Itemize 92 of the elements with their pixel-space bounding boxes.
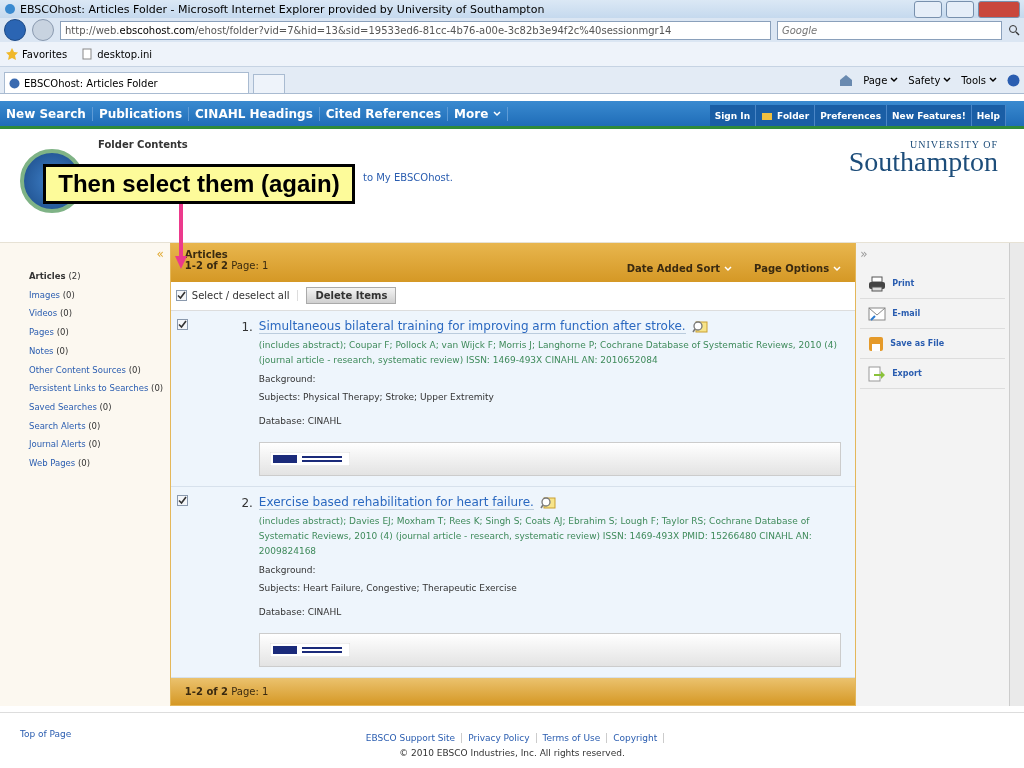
printer-icon	[868, 275, 887, 292]
panel-title: Articles	[184, 249, 229, 260]
search-icon[interactable]	[1008, 24, 1020, 36]
help-icon[interactable]	[1007, 73, 1020, 87]
sidebar-item[interactable]: Search Alerts (0)	[29, 416, 170, 436]
site-icon	[9, 77, 20, 89]
caret-icon	[989, 77, 997, 83]
full-text-link-drawing[interactable]	[269, 451, 350, 466]
sidebar-item[interactable]: Videos (0)	[29, 304, 170, 324]
select-all-label: Select / deselect all	[191, 290, 290, 302]
header-text: to My EBSCOhost.	[363, 172, 453, 183]
nav-link[interactable]: Publications	[92, 106, 190, 121]
maximize-button[interactable]	[946, 0, 974, 18]
tool-link[interactable]: Export	[860, 359, 1005, 389]
sort-menu[interactable]: Date Added Sort	[626, 263, 733, 274]
favorites-button[interactable]: Favorites	[6, 48, 68, 60]
background-label: Background:	[258, 372, 317, 386]
caret-icon	[890, 77, 899, 83]
forward-button[interactable]	[32, 19, 54, 41]
nav-link[interactable]: New Search	[0, 106, 93, 121]
star-icon	[6, 48, 18, 60]
browser-tab[interactable]: EBSCOhost: Articles Folder	[4, 72, 249, 93]
caret-icon	[493, 110, 502, 117]
caret-icon	[724, 265, 733, 272]
select-all-checkbox[interactable]	[175, 290, 187, 302]
result-number: 1.	[240, 318, 254, 336]
sidebar-item[interactable]: Other Content Sources (0)	[29, 360, 170, 380]
search-field[interactable]: Google	[777, 20, 1002, 40]
caret-icon	[833, 265, 842, 272]
browser-logo-icon	[4, 3, 16, 15]
article-title-link[interactable]: Exercise based rehabilitation for heart failure.	[258, 494, 534, 510]
nav-link[interactable]: Sign In	[709, 105, 757, 126]
address-field[interactable]: http://web.ebscohost.com/ehost/folder?vid=7&hid=13&sid=19533ed6-81cc-4b76-a00e-3c82b3e94f2c%40sessionmgr14	[60, 20, 771, 40]
minimize-button[interactable]	[914, 0, 942, 18]
tool-link[interactable]: Save as File	[860, 329, 1005, 359]
tool-link[interactable]: Print	[860, 269, 1005, 299]
background-label: Background:	[258, 563, 317, 577]
full-text-link-drawing[interactable]	[269, 642, 350, 657]
page-icon	[81, 48, 94, 60]
nav-link[interactable]: Folder	[756, 105, 816, 126]
footer-link[interactable]: EBSCO Support Site	[359, 733, 463, 743]
subjects-text: Subjects: Heart Failure, Congestive; Therapeutic Exercise	[258, 581, 518, 595]
sidebar-item[interactable]: Images (0)	[29, 285, 170, 305]
nav-link[interactable]: Help	[971, 105, 1006, 126]
close-button[interactable]	[978, 0, 1020, 18]
sidebar-item[interactable]: Articles (2)	[29, 267, 170, 286]
command-menu[interactable]: Tools	[961, 74, 997, 86]
sidebar-item[interactable]: Notes (0)	[29, 341, 170, 361]
sidebar-item[interactable]: Pages (0)	[29, 323, 170, 342]
subjects-text: Subjects: Physical Therapy; Stroke; Upper Extremity	[258, 390, 495, 404]
sidebar-item[interactable]: Journal Alerts (0)	[29, 435, 170, 455]
footer-link[interactable]: Privacy Policy	[462, 733, 537, 743]
nav-link[interactable]: New Features!	[887, 105, 972, 126]
envelope-icon	[868, 306, 887, 321]
checkbox[interactable]	[176, 318, 188, 330]
page-title: Folder Contents	[98, 139, 189, 150]
article-title-link[interactable]: Simultaneous bilateral training for improving arm function after stroke.	[258, 318, 686, 334]
citation-text: (includes abstract); Coupar F; Pollock A; van Wijck F; Morris J; Langhorne P; Cochrane Database of Systematic Reviews, 2010 (4) (journal article - research, systematic review) ISSN: 1469-493X CINAHL AN: 2010652084	[258, 338, 839, 367]
callout-note: Then select them (again)	[43, 164, 355, 204]
result-number: 2.	[240, 494, 254, 512]
delete-button[interactable]: Delete Items	[306, 287, 397, 305]
result-range: 1-2 of 2 Page: 1	[184, 685, 269, 697]
university-logo: UNIVERSITY OF Southampton	[848, 139, 998, 179]
citation-text: (includes abstract); Davies EJ; Moxham T; Rees K; Singh S; Coats AJ; Ebrahim S; Lough F; Taylor RS; Cochrane Database of Systematic Reviews, 2010 (4) (journal article - research, systematic review) ISSN: 1469-493X PMID: 15266480 CINAHL AN: 2009824168	[258, 514, 813, 558]
database-text: Database: CINAHL	[258, 605, 343, 619]
page-options-menu[interactable]: Page Options	[754, 263, 842, 274]
sidebar-item[interactable]: Saved Searches (0)	[29, 397, 170, 417]
footer-link[interactable]: Terms of Use	[536, 733, 608, 743]
sidebar-item[interactable]: Persistent Links to Searches (0)	[29, 379, 170, 398]
scrollbar[interactable]	[1009, 243, 1024, 706]
result-range: 1-2 of 2 Page: 1	[184, 260, 269, 271]
footer-link[interactable]: Copyright	[607, 733, 665, 743]
export-icon	[868, 365, 887, 382]
top-of-page-link[interactable]: Top of Page	[20, 729, 72, 739]
nav-link[interactable]: Cited References	[319, 106, 449, 121]
checkbox[interactable]	[176, 494, 188, 506]
caret-icon	[943, 77, 952, 83]
preview-icon[interactable]	[539, 495, 556, 509]
database-text: Database: CINAHL	[258, 414, 343, 428]
nav-link[interactable]: CINAHL Headings	[189, 106, 320, 121]
back-button[interactable]	[4, 19, 26, 41]
copyright-text: © 2010 EBSCO Industries, Inc. All rights reserved.	[398, 748, 626, 758]
nav-link[interactable]: More	[448, 106, 509, 121]
tool-link[interactable]: E-mail	[860, 299, 1005, 329]
home-icon[interactable]	[839, 74, 854, 86]
command-menu[interactable]: Page	[863, 74, 899, 86]
favorite-link[interactable]: desktop.ini	[81, 48, 153, 60]
preview-icon[interactable]	[691, 319, 708, 333]
command-menu[interactable]: Safety	[908, 74, 952, 86]
nav-link[interactable]: Preferences	[815, 105, 888, 126]
window-title: EBSCOhost: Articles Folder - Microsoft Internet Explorer provided by University of Southampton	[20, 2, 545, 16]
sidebar-item[interactable]: Web Pages (0)	[29, 454, 170, 473]
